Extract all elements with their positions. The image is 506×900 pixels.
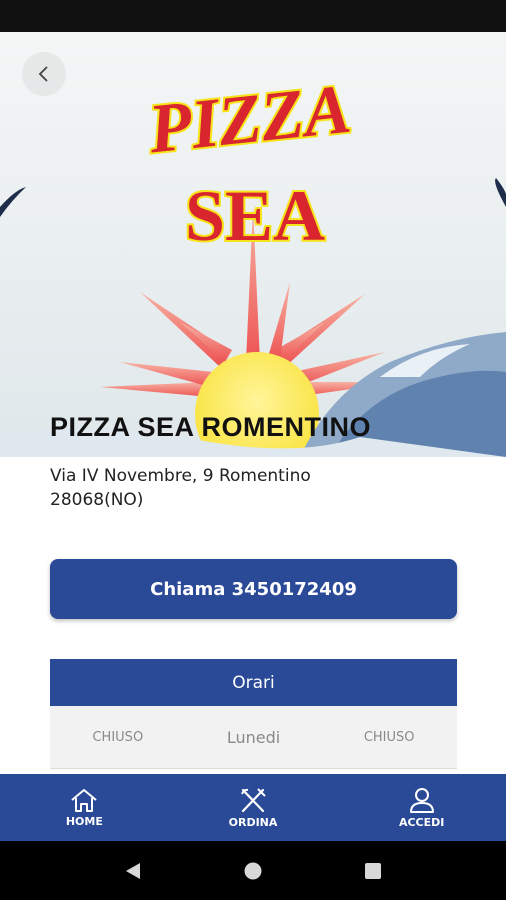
home-icon — [71, 789, 97, 812]
hours-morning-status: CHIUSO — [92, 729, 144, 745]
back-button[interactable] — [22, 52, 66, 96]
restaurant-logo: PIZZA SEA — [0, 69, 506, 457]
system-home-button[interactable] — [193, 861, 313, 881]
restaurant-name: PIZZA SEA ROMENTINO — [50, 412, 372, 442]
fork-knife-icon — [241, 788, 266, 813]
system-back-button[interactable] — [73, 861, 193, 881]
address-line2: 28068(NO) — [50, 490, 144, 510]
hours-day: Lunedi — [226, 727, 281, 747]
hours-evening-status: CHIUSO — [363, 729, 415, 745]
hero-banner: PIZZA SEA — [0, 32, 506, 457]
circle-home-icon — [244, 862, 262, 879]
user-icon — [409, 788, 434, 813]
call-button[interactable]: Chiama 3450172409 — [50, 559, 457, 619]
nav-home-label: HOME — [65, 815, 103, 828]
nav-accedi[interactable]: ACCEDI — [337, 774, 506, 841]
logo-line1: PIZZA — [144, 71, 354, 169]
hours-header: Orari — [50, 659, 457, 706]
logo-line2: SEA — [185, 176, 325, 256]
nav-ordina[interactable]: ORDINA — [169, 774, 338, 841]
system-navigation-bar — [0, 841, 506, 900]
square-recents-icon — [365, 862, 381, 879]
triangle-back-icon — [126, 862, 140, 879]
chevron-left-icon — [38, 66, 48, 82]
nav-ordina-label: ORDINA — [228, 816, 278, 829]
hours-row: CHIUSO Lunedi CHIUSO — [50, 706, 457, 769]
system-recents-button[interactable] — [313, 862, 433, 880]
bottom-nav: HOME ORDINA ACCEDI — [0, 774, 506, 841]
nav-home[interactable]: HOME — [0, 774, 169, 841]
status-bar — [0, 0, 506, 32]
nav-accedi-label: ACCEDI — [398, 816, 445, 829]
restaurant-address: Via IV Novembre, 9 Romentino 28068(NO) — [50, 464, 450, 512]
address-line1: Via IV Novembre, 9 Romentino — [50, 466, 311, 486]
